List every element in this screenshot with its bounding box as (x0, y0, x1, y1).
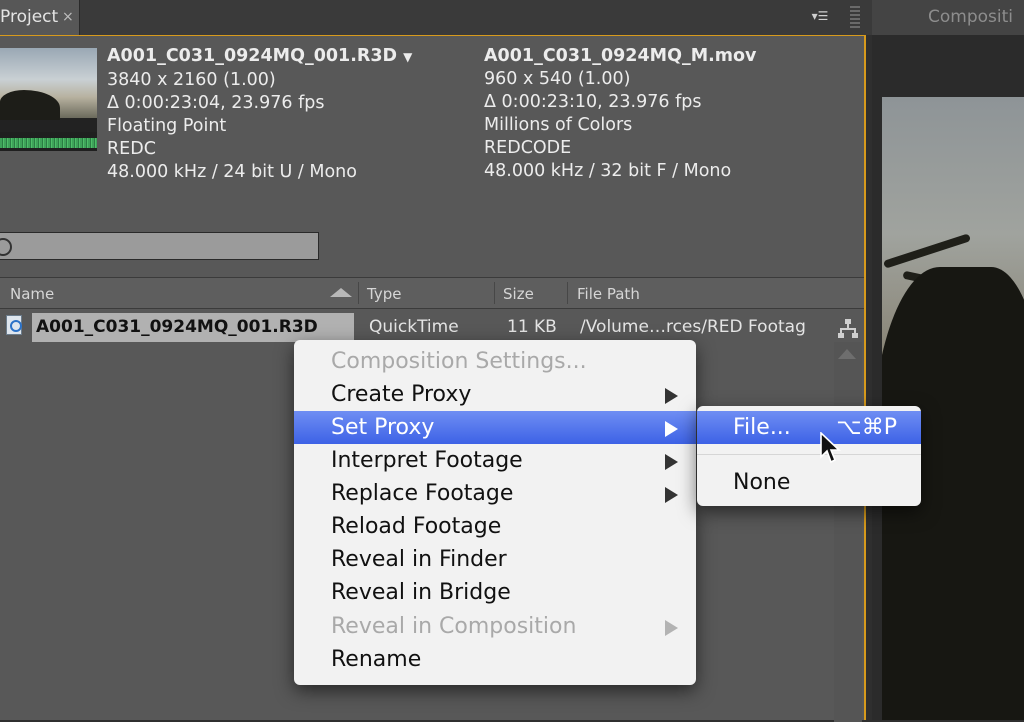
tab-strip: Project × ▾☰ Compositi (0, 0, 1024, 35)
source-duration: Δ 0:00:23:04, 23.976 fps (107, 93, 325, 113)
menu-item-interpret-footage[interactable]: Interpret Footage (294, 444, 696, 477)
proxy-name: A001_C031_0924MQ_M.mov (484, 46, 757, 66)
panel-menu-icon[interactable]: ▾☰ (806, 6, 834, 26)
audio-waveform (0, 132, 97, 151)
menu-item-label: Composition Settings... (331, 349, 587, 374)
source-name[interactable]: A001_C031_0924MQ_001.R3D ▼ (107, 45, 412, 69)
proxy-resolution: 960 x 540 (1.00) (484, 69, 631, 89)
submenu-item-none[interactable]: None (697, 466, 921, 499)
submenu-arrow-icon (665, 454, 678, 470)
menu-item-label: Reveal in Composition (331, 614, 577, 639)
close-icon[interactable]: × (62, 0, 74, 35)
menu-item-reveal-in-finder[interactable]: Reveal in Finder (294, 543, 696, 576)
menu-item-label: Reload Footage (331, 514, 502, 539)
source-footage-info: A001_C031_0924MQ_001.R3D ▼ 3840 x 2160 (1… (107, 45, 412, 184)
menu-item-label: Replace Footage (331, 481, 514, 506)
submenu-item-label: None (733, 470, 791, 495)
column-size[interactable]: Size (503, 285, 534, 303)
menu-item-reveal-in-composition: Reveal in Composition (294, 610, 696, 643)
item-type: QuickTime (369, 317, 459, 337)
table-row[interactable]: A001_C031_0924MQ_001.R3D QuickTime 11 KB… (0, 310, 836, 344)
scroll-up-icon[interactable] (838, 349, 856, 359)
submenu-item-label: File... (733, 415, 791, 440)
menu-item-composition-settings: Composition Settings... (294, 345, 696, 378)
menu-item-label: Interpret Footage (331, 448, 523, 473)
menu-item-label: Reveal in Finder (331, 547, 507, 572)
submenu-arrow-icon (665, 620, 678, 636)
menu-item-label: Create Proxy (331, 382, 472, 407)
tab-project-label: Project (0, 7, 59, 27)
keyboard-shortcut: ⌥⌘P (836, 415, 897, 440)
menu-item-replace-footage[interactable]: Replace Footage (294, 477, 696, 510)
tab-composition-label: Compositi (928, 7, 1013, 27)
scrollbar[interactable] (834, 342, 862, 722)
proxy-audio: 48.000 kHz / 32 bit F / Mono (484, 161, 732, 181)
sort-ascending-icon[interactable] (330, 288, 352, 297)
source-name-label: A001_C031_0924MQ_001.R3D (107, 46, 398, 66)
panel-grip[interactable] (850, 6, 860, 28)
item-file-path: /Volume…rces/RED Footag (580, 317, 806, 337)
item-name: A001_C031_0924MQ_001.R3D (36, 317, 318, 337)
column-name[interactable]: Name (10, 285, 54, 303)
menu-divider (697, 454, 921, 455)
menu-item-label: Reveal in Bridge (331, 580, 511, 605)
search-icon (0, 238, 12, 256)
item-size: 11 KB (507, 317, 557, 337)
submenu-arrow-icon (665, 421, 678, 437)
proxy-footage-info: A001_C031_0924MQ_M.mov 960 x 540 (1.00) … (484, 45, 756, 183)
mouse-pointer-icon (820, 432, 842, 464)
column-file-path[interactable]: File Path (577, 285, 640, 303)
footage-file-icon (6, 315, 22, 335)
source-depth: Floating Point (107, 116, 227, 136)
source-resolution: 3840 x 2160 (1.00) (107, 70, 276, 90)
chevron-down-icon[interactable]: ▼ (403, 50, 412, 64)
source-audio: 48.000 kHz / 24 bit U / Mono (107, 162, 357, 182)
submenu-item-file[interactable]: File... ⌥⌘P (697, 411, 921, 444)
set-proxy-submenu: File... ⌥⌘P None (697, 406, 921, 506)
menu-item-set-proxy[interactable]: Set Proxy (294, 411, 696, 444)
source-codec: REDC (107, 139, 156, 159)
proxy-duration: Δ 0:00:23:10, 23.976 fps (484, 92, 702, 112)
menu-item-reveal-in-bridge[interactable]: Reveal in Bridge (294, 576, 696, 609)
tab-project[interactable]: Project × (0, 0, 80, 35)
menu-item-label: Rename (331, 647, 422, 672)
search-input[interactable] (0, 232, 319, 260)
proxy-codec: REDCODE (484, 138, 572, 158)
submenu-arrow-icon (665, 388, 678, 404)
column-header: Name Type Size File Path (0, 277, 864, 309)
menu-item-create-proxy[interactable]: Create Proxy (294, 378, 696, 411)
context-menu: Composition Settings... Create Proxy Set… (294, 340, 696, 685)
tab-composition[interactable]: Compositi (872, 0, 1024, 35)
menu-item-rename[interactable]: Rename (294, 643, 696, 676)
composition-viewer (872, 35, 1024, 720)
menu-item-reload-footage[interactable]: Reload Footage (294, 510, 696, 543)
proxy-depth: Millions of Colors (484, 115, 633, 135)
menu-item-label: Set Proxy (331, 415, 435, 440)
footage-thumbnail (0, 48, 97, 151)
submenu-arrow-icon (665, 487, 678, 503)
palm-frond (882, 233, 972, 269)
column-type[interactable]: Type (367, 285, 401, 303)
flowchart-icon[interactable] (838, 319, 858, 339)
